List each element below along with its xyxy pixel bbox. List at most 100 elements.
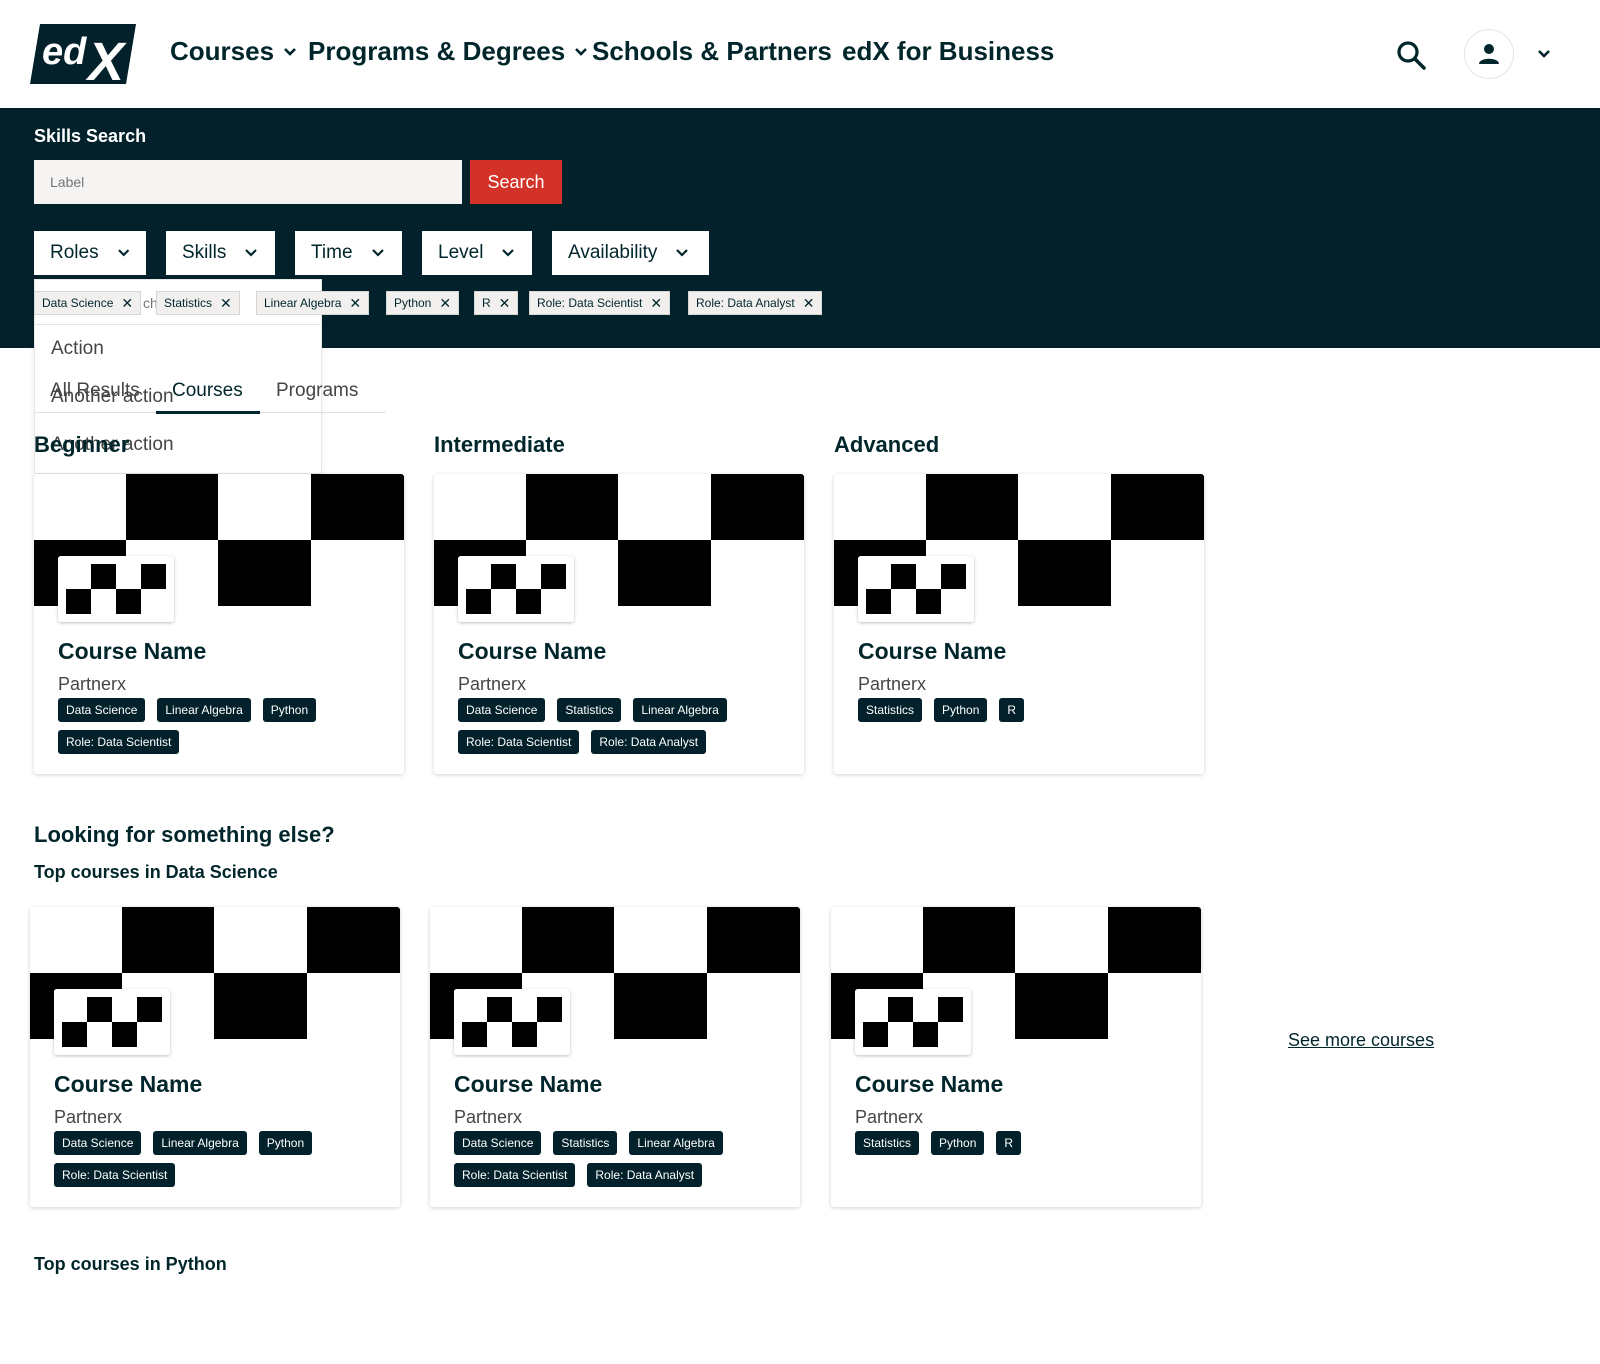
skill-tag: R: [996, 1131, 1022, 1155]
close-icon[interactable]: ✕: [650, 295, 662, 312]
skill-tags: Data Science Statistics Linear Algebra Role…: [458, 698, 788, 754]
chip-label: Python: [394, 296, 432, 310]
tab-all-results[interactable]: All Results: [50, 380, 140, 402]
chip-label: Data Science: [42, 296, 114, 310]
filter-time-label: Time: [311, 242, 353, 263]
course-name: Course Name: [454, 1071, 603, 1097]
avatar[interactable]: [1464, 29, 1514, 79]
skill-tag: Role: Data Scientist: [54, 1163, 176, 1187]
partner-logo: [58, 556, 174, 622]
course-name: Course Name: [855, 1071, 1004, 1097]
filter-level-label: Level: [438, 242, 484, 263]
partner-logo: [855, 989, 971, 1055]
skill-tag: Python: [258, 1131, 313, 1155]
top-python-heading: Top courses in Python: [34, 1254, 227, 1274]
skill-tag: Data Science: [58, 698, 146, 722]
close-icon[interactable]: ✕: [349, 295, 361, 312]
top-data-science-heading: Top courses in Data Science: [34, 862, 278, 882]
skill-tag: Linear Algebra: [633, 698, 727, 722]
chip-role-data-scientist: Role: Data Scientist ✕: [529, 291, 671, 315]
skill-tag: Linear Algebra: [153, 1131, 247, 1155]
filter-roles[interactable]: Roles: [34, 231, 146, 275]
close-icon[interactable]: ✕: [803, 295, 815, 312]
see-more-courses-link[interactable]: See more courses: [1288, 1030, 1434, 1051]
course-card[interactable]: Course Name Partnerx Statistics Python R: [834, 474, 1204, 774]
course-card[interactable]: Course Name Partnerx Data Science Linear …: [34, 474, 404, 774]
filter-time[interactable]: Time: [295, 231, 402, 275]
skill-tag: Role: Data Analyst: [587, 1163, 703, 1187]
partner-name: Partnerx: [858, 674, 927, 694]
nav-schools-label: Schools & Partners: [592, 36, 832, 66]
close-icon[interactable]: ✕: [121, 295, 133, 312]
course-name: Course Name: [58, 638, 207, 664]
chevron-down-icon: [575, 47, 588, 56]
filter-skills-label: Skills: [182, 242, 227, 263]
chip-role-data-analyst: Role: Data Analyst ✕: [688, 291, 823, 315]
search-icon[interactable]: [1394, 38, 1428, 72]
chip-linear-algebra: Linear Algebra ✕: [256, 291, 370, 315]
tab-courses[interactable]: Courses: [172, 380, 243, 402]
user-icon: [1479, 44, 1499, 64]
close-icon[interactable]: ✕: [220, 295, 232, 312]
course-card[interactable]: Course Name Partnerx Data Science Statist…: [434, 474, 804, 774]
skill-tags: Statistics Python R: [858, 698, 1188, 722]
course-card[interactable]: Course Name Partnerx Data Science Statist…: [430, 907, 800, 1207]
course-name: Course Name: [858, 638, 1007, 664]
skill-tags: Statistics Python R: [855, 1131, 1185, 1155]
close-icon[interactable]: ✕: [499, 295, 511, 312]
skill-tag: Linear Algebra: [629, 1131, 723, 1155]
skills-search-input[interactable]: [34, 160, 462, 204]
filter-availability[interactable]: Availability: [552, 231, 709, 275]
skill-tags: Data Science Statistics Linear Algebra Role…: [454, 1131, 784, 1187]
skill-tag: Data Science: [454, 1131, 542, 1155]
level-heading-beginner: Beginner: [34, 432, 130, 457]
filter-roles-label: Roles: [50, 242, 99, 263]
filter-level[interactable]: Level: [422, 231, 532, 275]
nav-schools[interactable]: Schools & Partners: [592, 36, 832, 67]
skill-tag: Role: Data Scientist: [458, 730, 580, 754]
chevron-down-icon: [676, 249, 689, 257]
skill-tag: Python: [934, 698, 988, 722]
chip-label: Linear Algebra: [264, 296, 342, 310]
partner-name: Partnerx: [458, 674, 527, 694]
chevron-down-icon: [284, 47, 296, 56]
nav-programs[interactable]: Programs & Degrees: [308, 36, 589, 67]
partner-name: Partnerx: [855, 1107, 924, 1127]
skill-tag: Statistics: [858, 698, 923, 722]
nav-courses[interactable]: Courses: [170, 36, 298, 67]
course-card[interactable]: Course Name Partnerx Statistics Python R: [831, 907, 1201, 1207]
partner-name: Partnerx: [54, 1107, 123, 1127]
partner-logo: [454, 989, 570, 1055]
active-tab-indicator: [156, 411, 260, 414]
edx-logo[interactable]: ed X: [30, 24, 136, 84]
skill-tag: R: [999, 698, 1025, 722]
filter-skills[interactable]: Skills: [166, 231, 275, 275]
nav-business-label: edX for Business: [842, 36, 1055, 66]
course-card[interactable]: Course Name Partnerx Data Science Linear …: [30, 907, 400, 1207]
skill-tag: Python: [262, 698, 317, 722]
nav-business[interactable]: edX for Business: [842, 36, 1054, 67]
skills-search-title: Skills Search: [34, 126, 147, 146]
search-button[interactable]: Search: [470, 160, 562, 204]
chevron-down-icon[interactable]: [1535, 45, 1553, 63]
chip-label: R: [482, 296, 491, 310]
level-heading-intermediate: Intermediate: [434, 432, 565, 457]
chip-data-science: Data Science ✕: [34, 291, 142, 315]
level-heading-advanced: Advanced: [834, 432, 940, 457]
skill-tag: Python: [931, 1131, 985, 1155]
skill-tag: Data Science: [54, 1131, 142, 1155]
skill-tag: Statistics: [557, 698, 622, 722]
svg-text:X: X: [85, 32, 127, 84]
skill-tags: Data Science Linear Algebra Python Role: Da…: [58, 698, 388, 754]
chip-python: Python ✕: [386, 291, 460, 315]
partner-logo: [54, 989, 170, 1055]
chevron-down-icon: [502, 249, 515, 257]
tab-programs[interactable]: Programs: [276, 380, 358, 402]
close-icon[interactable]: ✕: [439, 295, 451, 312]
course-name: Course Name: [458, 638, 607, 664]
dropdown-item-action[interactable]: Action: [51, 338, 104, 360]
svg-text:ed: ed: [42, 31, 87, 73]
nav-programs-label: Programs & Degrees: [308, 36, 566, 66]
chevron-down-icon: [117, 249, 129, 257]
skill-tag: Statistics: [553, 1131, 618, 1155]
